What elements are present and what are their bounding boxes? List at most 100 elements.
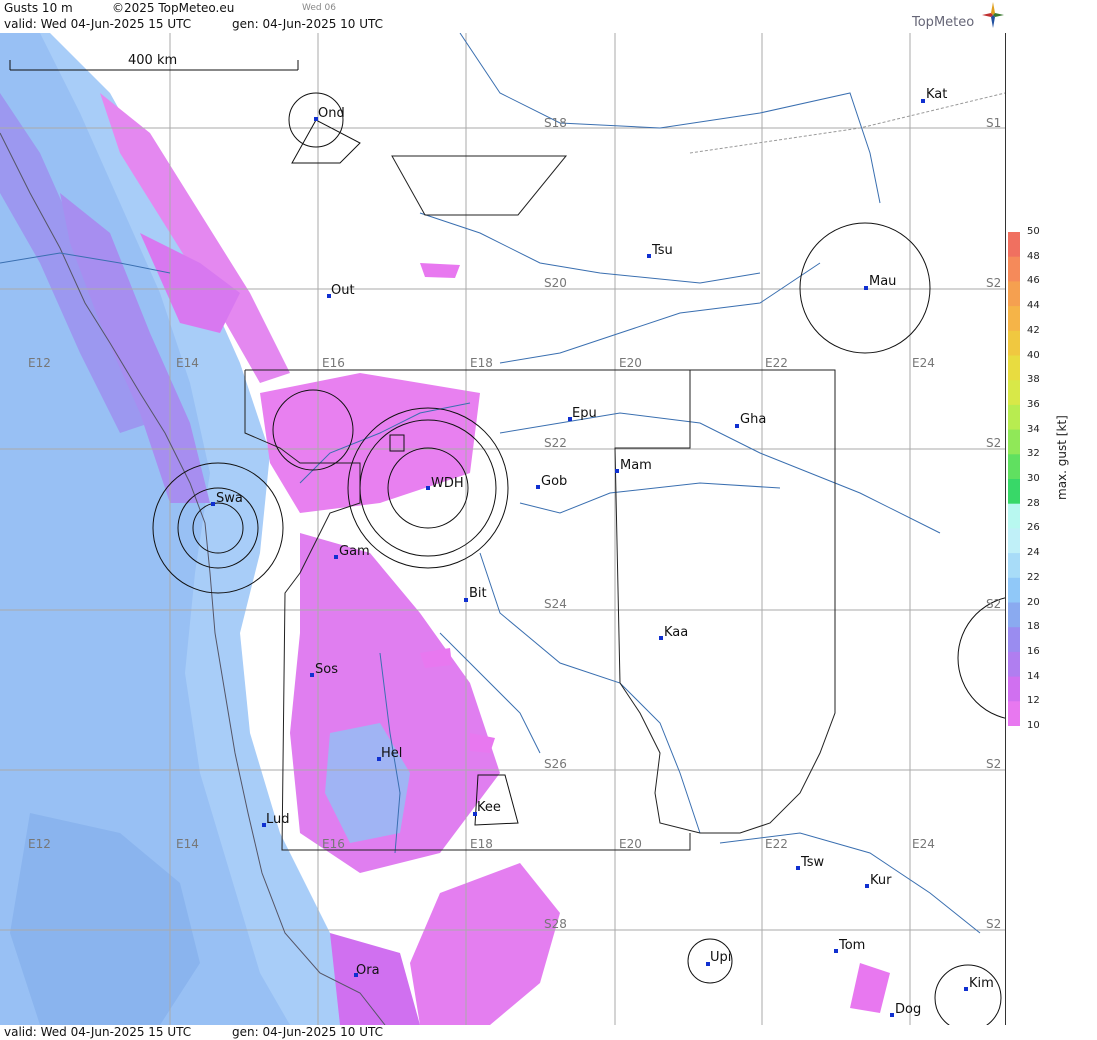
map-title: Gusts 10 m (4, 1, 73, 15)
valid-time: valid: Wed 04-Jun-2025 15 UTC (4, 17, 192, 31)
legend-tick-label: 38 (1027, 374, 1040, 386)
lat-label: S26 (544, 757, 567, 771)
legend-tick-label: 16 (1027, 645, 1040, 657)
lon-label: E16 (322, 837, 345, 851)
city-label[interactable]: Bit (469, 586, 487, 601)
lon-label: E12 (28, 356, 51, 370)
city-label[interactable]: Gam (339, 544, 370, 559)
city-dot (796, 866, 800, 870)
gust-map[interactable]: 400 km E12 E14 E16 E18 E20 E22 E24 E12 E… (0, 33, 1006, 1025)
city-label[interactable]: Ora (356, 963, 380, 978)
lat-label-edge: S2 (986, 757, 1001, 771)
lat-label: S22 (544, 436, 567, 450)
legend-tick-label: 30 (1027, 473, 1040, 484)
legend-tick-label: 22 (1027, 571, 1040, 583)
generated-time: gen: 04-Jun-2025 10 UTC (232, 17, 384, 31)
legend-swatch (1008, 404, 1020, 431)
lat-label: S18 (544, 116, 567, 130)
city-label[interactable]: Epu (572, 406, 597, 421)
legend-title: max. gust [kt] (1055, 415, 1069, 500)
legend-swatch (1008, 676, 1020, 702)
lon-label: E22 (765, 356, 788, 370)
scale-bar-label: 400 km (128, 53, 177, 68)
lat-label: S20 (544, 276, 567, 290)
city-label[interactable]: Tom (838, 938, 865, 953)
city-label[interactable]: Gha (740, 412, 766, 427)
city-label[interactable]: Kur (870, 873, 892, 888)
city-dot (659, 636, 663, 640)
compass-icon (982, 2, 1004, 28)
legend-tick-label: 26 (1027, 522, 1040, 534)
city-label[interactable]: WDH (431, 476, 464, 491)
legend-tick-label: 34 (1027, 423, 1040, 435)
city-dot (921, 99, 925, 103)
city-label[interactable]: Ond (318, 106, 345, 121)
legend-swatch (1008, 330, 1020, 356)
legend-swatch (1008, 429, 1020, 455)
legend-tick-label: 42 (1027, 324, 1040, 336)
copyright-text: ©2025 TopMeteo.eu (112, 1, 235, 15)
dashed-border (689, 92, 1005, 154)
city-dot (426, 486, 430, 490)
city-label[interactable]: Hel (381, 746, 402, 761)
city-label[interactable]: Dog (895, 1002, 921, 1017)
lat-label-edge: S2 (986, 917, 1001, 931)
legend-swatch (1008, 553, 1020, 579)
legend-swatch (1008, 701, 1020, 726)
city-label[interactable]: Out (331, 283, 355, 298)
footer-valid-time: valid: Wed 04-Jun-2025 15 UTC (4, 1025, 192, 1039)
lon-label: E24 (912, 837, 935, 851)
city-dot (211, 502, 215, 506)
legend-swatch (1008, 306, 1020, 332)
city-dot (834, 949, 838, 953)
city-label[interactable]: Mau (869, 274, 896, 289)
legend-tick-label: 18 (1027, 621, 1040, 633)
pan-outline (391, 155, 568, 216)
lon-label: E20 (619, 837, 642, 851)
city-label[interactable]: Tsw (800, 855, 825, 870)
city-label[interactable]: Gob (541, 474, 567, 489)
city-dot (310, 673, 314, 677)
legend-tick-label: 32 (1027, 448, 1040, 460)
legend-swatch (1008, 577, 1020, 603)
legend-tick-label: 12 (1027, 695, 1040, 707)
lon-label: E22 (765, 837, 788, 851)
city-label[interactable]: Lud (266, 812, 290, 827)
city-label[interactable]: Tsu (651, 243, 673, 258)
city-label[interactable]: Upi (710, 950, 731, 965)
city-label[interactable]: Kee (477, 800, 501, 815)
legend-swatch (1008, 528, 1020, 554)
gust-field (0, 33, 890, 1025)
city-label[interactable]: Swa (216, 491, 243, 506)
city-label[interactable]: Kim (969, 976, 994, 991)
footer-generated-time: gen: 04-Jun-2025 10 UTC (232, 1025, 384, 1039)
city-label[interactable]: Sos (315, 662, 338, 677)
legend-swatch (1008, 479, 1020, 505)
city-dot (536, 485, 540, 489)
city-label[interactable]: Kaa (664, 625, 688, 640)
city-label[interactable]: Kat (926, 87, 947, 102)
lat-label: S24 (544, 597, 567, 611)
lon-label: E12 (28, 837, 51, 851)
city-label[interactable]: Mam (620, 458, 652, 473)
legend-tick-label: 14 (1027, 670, 1040, 682)
city-dot (964, 987, 968, 991)
legend-color-bar (1008, 232, 1020, 726)
lon-label: E14 (176, 837, 199, 851)
city-dot (865, 884, 869, 888)
legend-tick-label: 48 (1027, 250, 1040, 262)
city-dot (735, 424, 739, 428)
legend-swatch (1008, 256, 1020, 282)
lon-label: E16 (322, 356, 345, 370)
city-dot (334, 555, 338, 559)
lat-label: S28 (544, 917, 567, 931)
legend-tick-label: 40 (1027, 349, 1040, 361)
legend-tick-label: 20 (1027, 596, 1040, 608)
lon-label: E18 (470, 837, 493, 851)
day-tab[interactable]: Wed 06 (302, 3, 336, 13)
legend-swatch (1008, 380, 1020, 406)
city-dot (864, 286, 868, 290)
legend-tick-label: 44 (1027, 300, 1040, 312)
city-dot (464, 598, 468, 602)
lon-label: E24 (912, 356, 935, 370)
